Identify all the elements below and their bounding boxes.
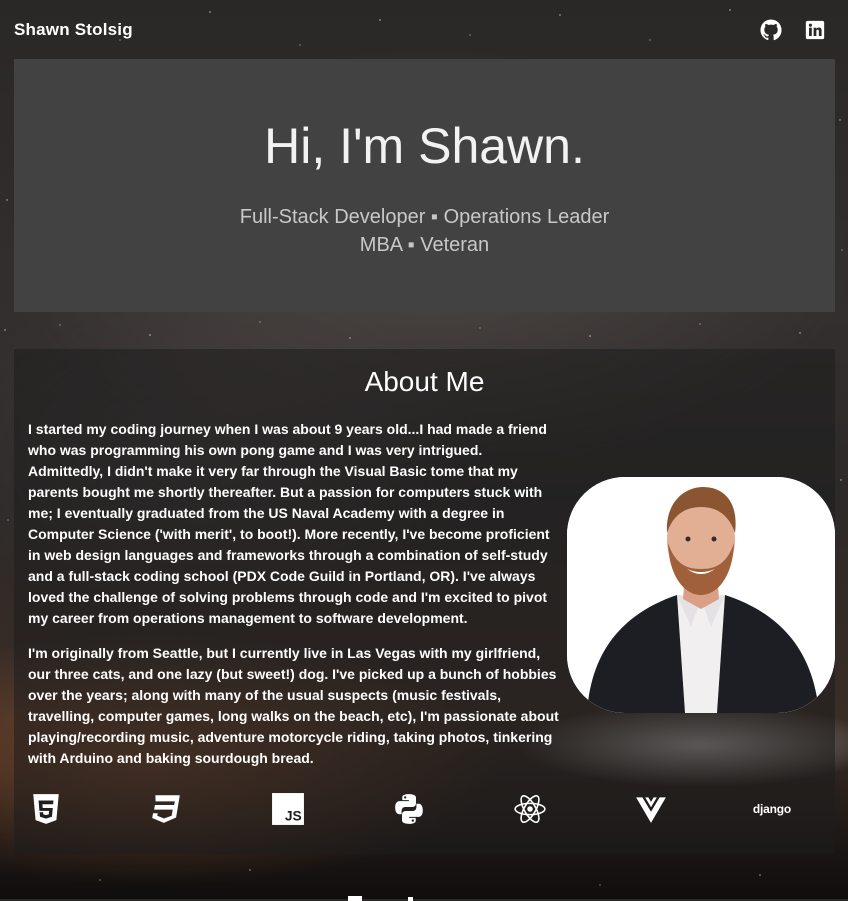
hero-title: Hi, I'm Shawn. — [264, 118, 585, 174]
about-paragraph-2: I'm originally from Seattle, but I curre… — [28, 645, 559, 766]
django-icon: django — [752, 802, 792, 816]
linkedin-icon[interactable] — [804, 19, 826, 41]
vue-icon — [633, 791, 669, 827]
profile-photo — [567, 477, 835, 713]
about-title: About Me — [364, 366, 485, 397]
hero-subtitle-line-2: MBA ▪ Veteran — [359, 234, 490, 256]
github-icon[interactable] — [760, 19, 782, 41]
hero-subtitle: Full-Stack Developer ▪ Operations Leader… — [14, 203, 835, 259]
about-text: I started my coding journey when I was a… — [28, 419, 560, 783]
html5-icon — [28, 791, 64, 827]
brand-name[interactable]: Shawn Stolsig — [14, 20, 133, 40]
svg-text:JS: JS — [285, 808, 302, 824]
hero-banner: Hi, I'm Shawn. Full-Stack Developer ▪ Op… — [14, 59, 835, 312]
python-icon — [391, 791, 427, 827]
next-section-heading-fragment — [348, 896, 413, 901]
css3-icon — [148, 791, 184, 827]
javascript-icon: JS — [270, 791, 306, 827]
top-navbar: Shawn Stolsig — [0, 0, 848, 58]
react-icon — [512, 791, 548, 827]
about-section: About Me I started my coding journey whe… — [14, 349, 835, 854]
about-paragraph-1: I started my coding journey when I was a… — [28, 421, 550, 626]
hero-subtitle-line-1: Full-Stack Developer ▪ Operations Leader — [239, 206, 610, 228]
tech-stack-icons: JS django — [14, 791, 835, 827]
